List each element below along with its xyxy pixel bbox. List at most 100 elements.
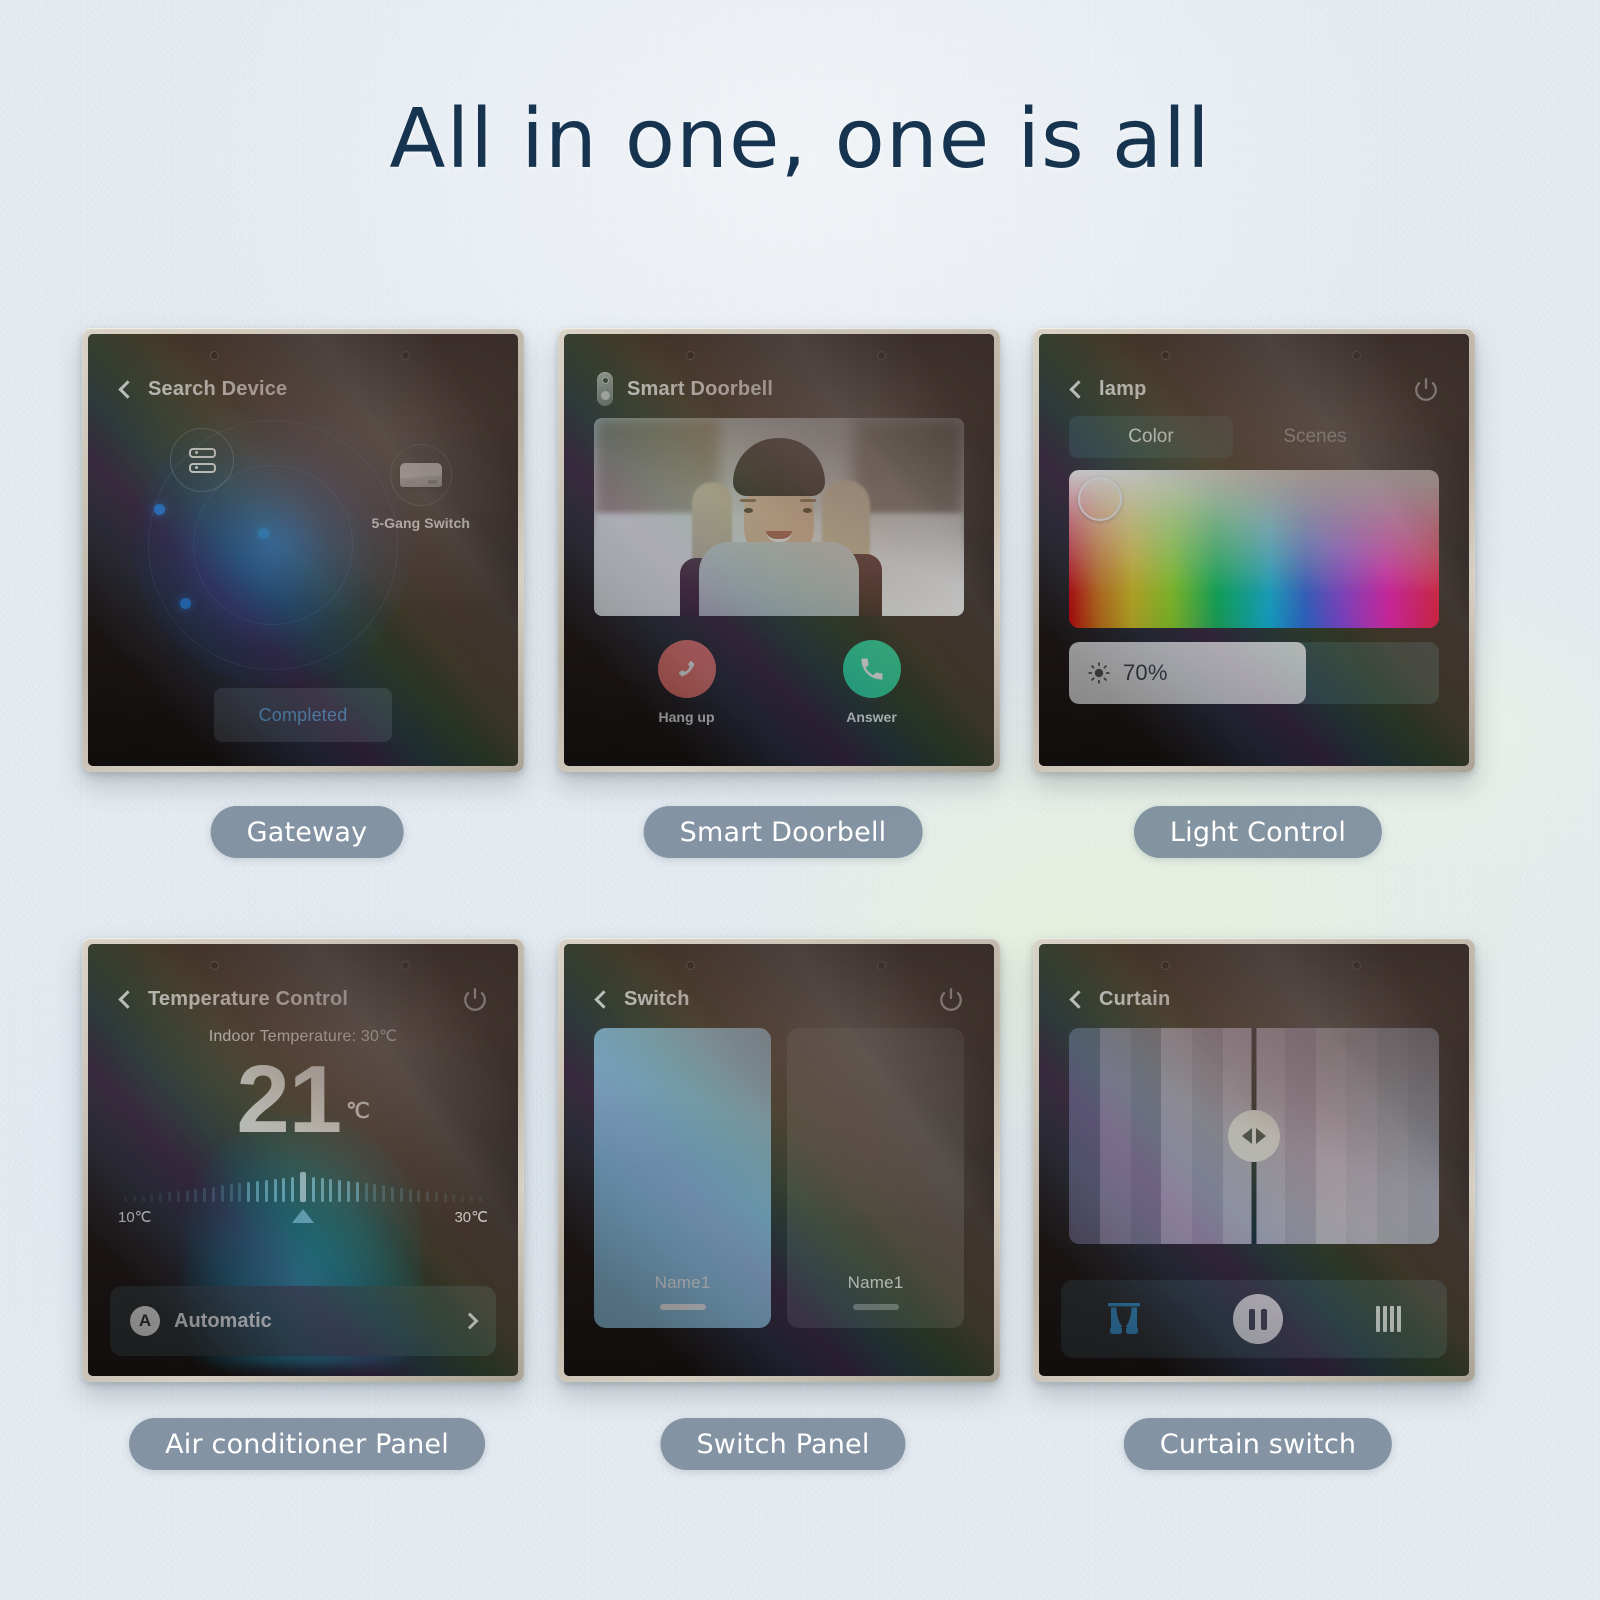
switch-gang-1[interactable]: Name1 <box>594 1028 771 1328</box>
switch-state-bar <box>852 1304 899 1310</box>
pause-button[interactable] <box>1233 1294 1284 1344</box>
temperature-tick <box>364 1183 368 1202</box>
range-min: 10℃ <box>118 1209 152 1226</box>
setpoint-display: 21 ℃ <box>118 1052 488 1148</box>
sensor-hole-right-icon <box>1352 961 1361 970</box>
switch-name: Name1 <box>654 1273 711 1292</box>
brightness-value: 70% <box>1123 660 1168 685</box>
sensor-hole-left-icon <box>686 961 695 970</box>
open-curtain-icon[interactable] <box>1107 1303 1141 1335</box>
radar-dot <box>180 598 191 609</box>
color-picker-knob[interactable] <box>1078 477 1122 521</box>
screen-title: Smart Doorbell <box>627 377 774 400</box>
power-icon[interactable] <box>1413 376 1439 402</box>
discovered-device-node[interactable]: 5-Gang Switch <box>371 444 470 531</box>
doorbell-video-feed[interactable] <box>594 418 964 616</box>
mode-row[interactable]: A Automatic <box>110 1286 496 1356</box>
setpoint-marker-icon <box>292 1209 314 1223</box>
completed-button[interactable]: Completed <box>214 688 392 742</box>
device-panel-light[interactable]: lamp Color Scenes 70% <box>1033 328 1475 772</box>
hub-bar-icon <box>188 462 216 473</box>
temperature-tick <box>211 1186 215 1202</box>
sensor-hole-right-icon <box>1352 351 1361 360</box>
device-search-radar: 5-Gang Switch <box>118 404 488 685</box>
panel-screen-switch: Switch Name1 Name1 <box>564 944 994 1376</box>
light-tabs: Color Scenes <box>1069 416 1439 458</box>
temperature-tick <box>434 1191 438 1202</box>
device-panel-curtain[interactable]: Curtain <box>1033 938 1475 1382</box>
temperature-tick <box>291 1177 295 1202</box>
chevron-right-icon[interactable] <box>461 1312 479 1330</box>
panel-screen-curtain: Curtain <box>1039 944 1469 1376</box>
temperature-tick <box>176 1190 180 1202</box>
caption-curtain: Curtain switch <box>1123 1418 1393 1470</box>
hangup-button[interactable]: Hang up <box>627 640 747 725</box>
chevron-left-icon[interactable] <box>1069 379 1088 399</box>
phone-hangup-icon <box>657 640 716 698</box>
temperature-tick <box>238 1183 242 1202</box>
curtain-preview[interactable] <box>1069 1028 1439 1244</box>
caption-gateway: Gateway <box>210 806 404 858</box>
temperature-tick <box>417 1189 421 1202</box>
temperature-tick <box>167 1191 171 1202</box>
auto-mode-icon: A <box>130 1306 160 1336</box>
gateway-ui: Search Device 5-Gang Switch Completed <box>88 334 518 766</box>
ambient-temperature: Indoor Temperature: 30℃ <box>208 1028 398 1045</box>
device-panel-doorbell[interactable]: Smart Doorbell Hang up Answer <box>558 328 1000 772</box>
temperature-tick <box>159 1192 163 1202</box>
temperature-tick <box>273 1179 277 1202</box>
chevron-left-icon[interactable] <box>118 379 137 399</box>
temperature-tick <box>346 1181 350 1202</box>
chevron-left-icon[interactable] <box>594 989 613 1009</box>
sensor-hole-left-icon <box>210 961 219 970</box>
gateway-hub-icon <box>170 428 234 492</box>
sensor-hole-left-icon <box>1161 351 1170 360</box>
close-curtain-icon[interactable] <box>1375 1306 1401 1332</box>
tab-color[interactable]: Color <box>1069 416 1233 458</box>
curtain-left-panel <box>1069 1028 1254 1244</box>
temperature-tick-scale[interactable] <box>124 1172 482 1202</box>
temperature-tick <box>399 1187 403 1202</box>
panel-screen-doorbell: Smart Doorbell Hang up Answer <box>564 334 994 766</box>
power-icon[interactable] <box>938 986 964 1012</box>
temperature-tick <box>390 1186 394 1202</box>
switch-titlebar: Switch <box>594 982 964 1016</box>
temperature-tick <box>124 1197 127 1202</box>
device-panel-switch[interactable]: Switch Name1 Name1 <box>558 938 1000 1382</box>
caption-light: Light Control <box>1133 806 1383 858</box>
call-actions: Hang up Answer <box>594 640 964 725</box>
gateway-titlebar: Search Device <box>118 372 488 406</box>
pause-icon <box>1233 1294 1284 1344</box>
brightness-slider[interactable]: 70% <box>1069 642 1439 704</box>
doorbell-icon <box>597 372 613 406</box>
light-ui: lamp Color Scenes 70% <box>1039 334 1469 766</box>
switch-name: Name1 <box>847 1273 904 1292</box>
ac-titlebar: Temperature Control <box>118 982 488 1016</box>
device-panel-gateway[interactable]: Search Device 5-Gang Switch Completed <box>82 328 524 772</box>
device-panel-ac[interactable]: Temperature Control Indoor Temperature: … <box>82 938 524 1382</box>
screen-title: lamp <box>1099 377 1147 400</box>
sun-brightness-icon <box>1088 662 1110 684</box>
radar-dot <box>154 504 165 515</box>
switch-ui: Switch Name1 Name1 <box>564 944 994 1376</box>
chevron-left-icon[interactable] <box>118 989 137 1009</box>
switch-gang-2[interactable]: Name1 <box>787 1028 964 1328</box>
temperature-tick <box>247 1182 251 1202</box>
caption-switch: Switch Panel <box>660 1418 906 1470</box>
answer-label: Answer <box>846 709 897 725</box>
temperature-tick <box>355 1182 359 1202</box>
drag-handle-icon[interactable] <box>1228 1110 1280 1162</box>
chevron-left-icon[interactable] <box>1069 989 1088 1009</box>
hangup-label: Hang up <box>658 709 715 725</box>
color-picker-field[interactable] <box>1069 470 1439 628</box>
visitor-figure <box>674 430 884 616</box>
tab-scenes[interactable]: Scenes <box>1233 416 1397 458</box>
sensor-hole-right-icon <box>401 961 410 970</box>
temperature-tick <box>470 1195 474 1202</box>
switch-gang-row: Name1 Name1 <box>594 1028 964 1328</box>
power-icon[interactable] <box>462 986 488 1012</box>
temperature-tick <box>282 1178 286 1202</box>
caption-doorbell: Smart Doorbell <box>643 806 923 858</box>
answer-button[interactable]: Answer <box>812 640 932 725</box>
temperature-tick <box>220 1185 224 1202</box>
